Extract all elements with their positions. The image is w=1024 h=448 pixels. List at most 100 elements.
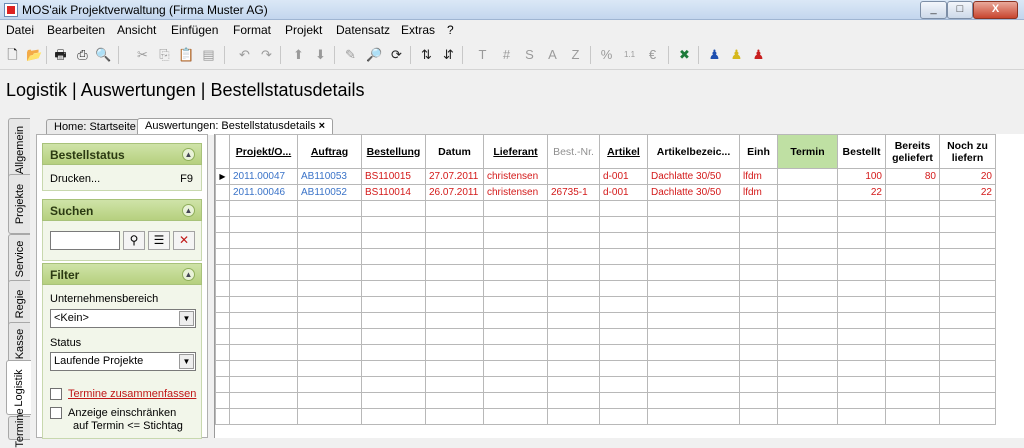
- bestellstatus-panel-header[interactable]: Bestellstatus ▲: [42, 143, 202, 165]
- table-cell[interactable]: [229, 328, 298, 345]
- col-header-einheit[interactable]: Einh: [739, 134, 778, 169]
- table-cell[interactable]: [547, 296, 600, 313]
- table-cell[interactable]: [647, 232, 740, 249]
- empty-table-row[interactable]: [215, 232, 996, 249]
- table-cell[interactable]: [885, 248, 940, 265]
- table-cell[interactable]: [229, 232, 298, 249]
- table-cell[interactable]: [837, 296, 886, 313]
- table-cell[interactable]: [885, 200, 940, 217]
- paste-icon[interactable]: 📋: [178, 46, 195, 63]
- table-cell[interactable]: [483, 296, 548, 313]
- table-cell[interactable]: [647, 376, 740, 393]
- table-cell[interactable]: lfdm: [739, 184, 778, 201]
- table-cell[interactable]: [297, 376, 362, 393]
- table-cell[interactable]: [361, 232, 426, 249]
- menu-ansicht[interactable]: Ansicht: [117, 23, 156, 37]
- table-cell[interactable]: 2011.00047: [229, 168, 298, 185]
- open-icon[interactable]: 📂: [26, 46, 43, 63]
- s-icon[interactable]: S: [521, 46, 538, 63]
- row-selector[interactable]: [215, 264, 230, 281]
- table-cell[interactable]: [777, 216, 838, 233]
- table-cell[interactable]: [425, 216, 484, 233]
- table-cell[interactable]: [483, 328, 548, 345]
- table-cell[interactable]: [599, 312, 648, 329]
- table-cell[interactable]: [361, 328, 426, 345]
- table-cell[interactable]: 2011.00046: [229, 184, 298, 201]
- table-cell[interactable]: [739, 232, 778, 249]
- tab-bestellstatusdetails[interactable]: Auswertungen: Bestellstatusdetails ×: [137, 118, 334, 135]
- unternehmensbereich-select[interactable]: <Kein> ▼: [50, 309, 196, 328]
- anzeige-checkbox[interactable]: [50, 407, 62, 419]
- col-header-geliefert[interactable]: Bereits geliefert: [885, 134, 940, 169]
- table-cell[interactable]: [885, 264, 940, 281]
- empty-table-row[interactable]: [215, 328, 996, 345]
- side-tab-projekte[interactable]: Projekte: [8, 174, 30, 234]
- table-cell[interactable]: [599, 264, 648, 281]
- table-cell[interactable]: [885, 232, 940, 249]
- collapse-icon[interactable]: ▲: [182, 204, 195, 217]
- side-tab-termine[interactable]: Termine: [8, 408, 30, 448]
- table-cell[interactable]: [483, 200, 548, 217]
- side-tab-service[interactable]: Service: [8, 234, 30, 284]
- table-cell[interactable]: [837, 344, 886, 361]
- table-cell[interactable]: [297, 408, 362, 425]
- table-cell[interactable]: [777, 248, 838, 265]
- col-header-bestellung[interactable]: Bestellung: [361, 134, 426, 169]
- table-cell[interactable]: [739, 264, 778, 281]
- filter-panel-header[interactable]: Filter ▲: [42, 263, 202, 285]
- table-cell[interactable]: [837, 280, 886, 297]
- table-cell[interactable]: [297, 344, 362, 361]
- empty-table-row[interactable]: [215, 408, 996, 425]
- table-cell[interactable]: [229, 376, 298, 393]
- table-cell[interactable]: [599, 376, 648, 393]
- table-cell[interactable]: [837, 360, 886, 377]
- table-cell[interactable]: [483, 232, 548, 249]
- table-cell[interactable]: [647, 408, 740, 425]
- table-cell[interactable]: [939, 280, 996, 297]
- table-cell[interactable]: [547, 312, 600, 329]
- table-cell[interactable]: [885, 360, 940, 377]
- table-cell[interactable]: [837, 328, 886, 345]
- user-blue-icon[interactable]: ♟: [706, 46, 723, 63]
- table-cell[interactable]: [599, 296, 648, 313]
- table-cell[interactable]: [599, 360, 648, 377]
- table-cell[interactable]: [777, 184, 838, 201]
- search-filter-icon[interactable]: ⚲: [123, 231, 145, 250]
- table-cell[interactable]: [547, 232, 600, 249]
- table-cell[interactable]: [939, 360, 996, 377]
- table-cell[interactable]: [885, 296, 940, 313]
- table-cell[interactable]: [647, 280, 740, 297]
- table-cell[interactable]: [229, 312, 298, 329]
- table-cell[interactable]: [547, 360, 600, 377]
- table-cell[interactable]: [297, 296, 362, 313]
- sort-desc-icon[interactable]: ⇵: [440, 46, 457, 63]
- tab-home[interactable]: Home: Startseite: [46, 119, 144, 135]
- row-selector[interactable]: [215, 376, 230, 393]
- minimize-button[interactable]: _: [920, 1, 947, 19]
- menu-format[interactable]: Format: [233, 23, 271, 37]
- table-cell[interactable]: [483, 280, 548, 297]
- table-cell[interactable]: 27.07.2011: [425, 168, 484, 185]
- termine-checkbox[interactable]: [50, 388, 62, 400]
- table-cell[interactable]: [483, 216, 548, 233]
- empty-table-row[interactable]: [215, 248, 996, 265]
- table-cell[interactable]: [547, 408, 600, 425]
- table-cell[interactable]: [425, 312, 484, 329]
- table-cell[interactable]: [837, 200, 886, 217]
- table-cell[interactable]: [885, 184, 940, 201]
- row-selector[interactable]: [215, 280, 230, 297]
- table-cell[interactable]: [297, 200, 362, 217]
- row-selector[interactable]: [215, 232, 230, 249]
- table-cell[interactable]: [885, 408, 940, 425]
- table-cell[interactable]: [647, 248, 740, 265]
- search-input[interactable]: [50, 231, 120, 250]
- a-icon[interactable]: A: [544, 46, 561, 63]
- table-cell[interactable]: [425, 328, 484, 345]
- table-cell[interactable]: [939, 376, 996, 393]
- table-cell[interactable]: [297, 312, 362, 329]
- table-cell[interactable]: [777, 376, 838, 393]
- table-cell[interactable]: [425, 280, 484, 297]
- table-cell[interactable]: [777, 200, 838, 217]
- row-selector[interactable]: [215, 312, 230, 329]
- table-cell[interactable]: [885, 392, 940, 409]
